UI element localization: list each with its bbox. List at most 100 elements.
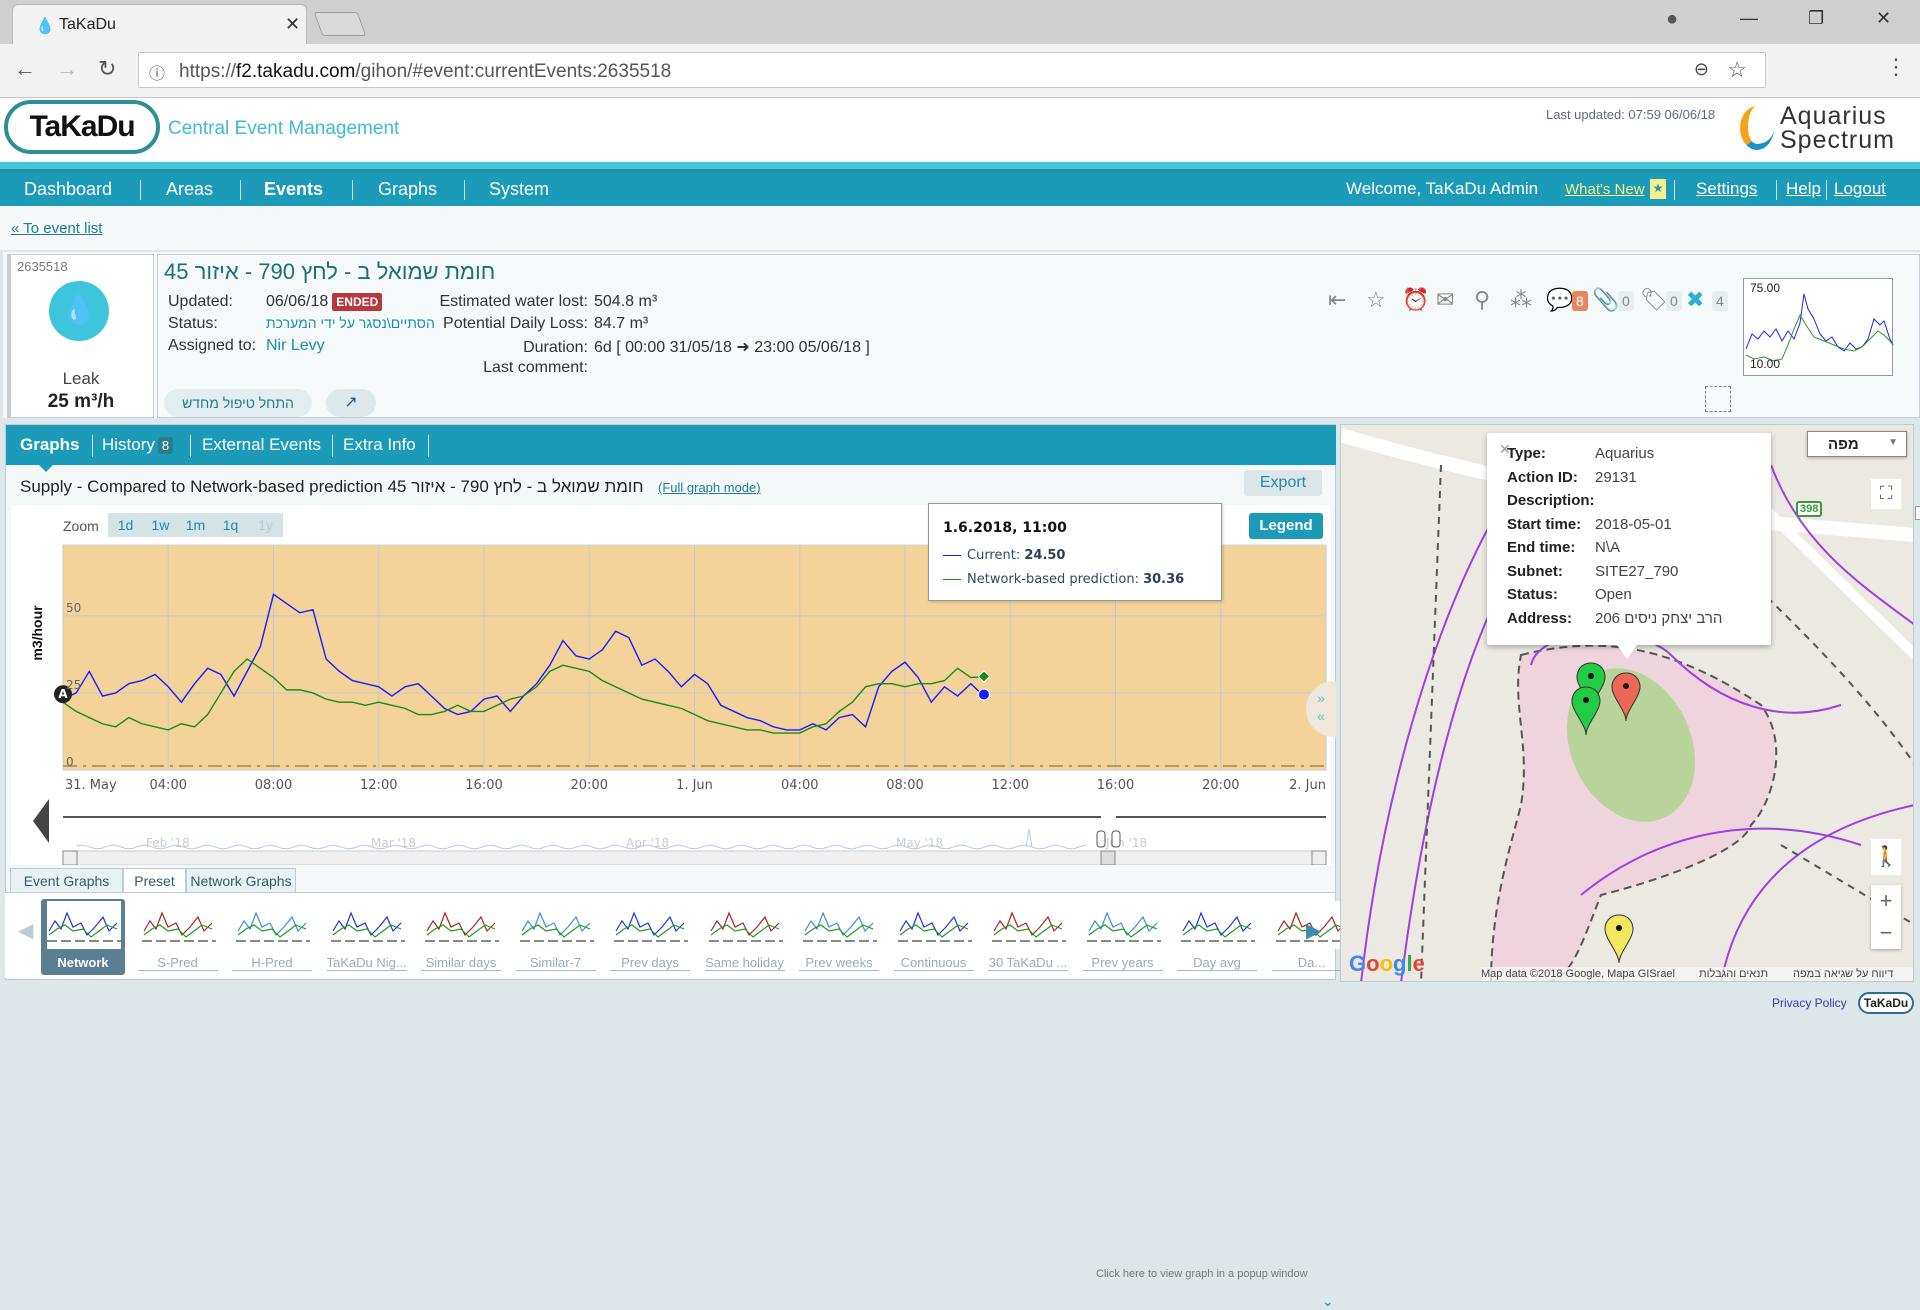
- whats-new-star-icon[interactable]: ★: [1650, 179, 1666, 199]
- url-text: https://f2.takadu.com/gihon/#event:curre…: [179, 61, 672, 82]
- restore-icon[interactable]: ❐: [1808, 8, 1824, 29]
- mini-chart[interactable]: 75.00 10.00: [1743, 278, 1894, 376]
- map-zoom-out-button[interactable]: −: [1871, 917, 1901, 949]
- preset-thumbnail[interactable]: Prev days: [608, 899, 692, 975]
- nav-dashboard[interactable]: Dashboard: [24, 179, 112, 200]
- info-row: Status: Open: [1507, 586, 1632, 603]
- nav-graphs[interactable]: Graphs: [378, 179, 437, 200]
- map-zoom-in-button[interactable]: +: [1871, 885, 1901, 917]
- welcome-text: Welcome, TaKaDu Admin: [1346, 179, 1539, 198]
- network-icon[interactable]: ⁂: [1510, 287, 1532, 313]
- share-button[interactable]: ↗: [326, 389, 376, 417]
- thumbnail-image: [992, 901, 1066, 949]
- preset-thumbnail[interactable]: Same holiday: [703, 899, 787, 975]
- daily-loss-value: 84.7 m³: [594, 315, 649, 332]
- tag-icon[interactable]: 🏷: [1640, 287, 1668, 313]
- thumbs-next-icon[interactable]: ▶: [1306, 918, 1321, 943]
- preset-thumbnail[interactable]: S-Pred: [136, 899, 220, 975]
- zoom-out-icon[interactable]: ⊖: [1694, 59, 1709, 80]
- x-tick-label: 16:00: [465, 778, 502, 793]
- preset-thumbnail[interactable]: Day avg: [1175, 899, 1259, 975]
- nav-events[interactable]: Events: [264, 179, 323, 200]
- terms-link[interactable]: תנאים והגבלות: [1699, 968, 1768, 980]
- subtab-event-graphs[interactable]: Event Graphs: [10, 868, 123, 893]
- alarm-clock-icon[interactable]: ⏰: [1402, 287, 1429, 313]
- browser-tab[interactable]: 💧 TaKaDu ✕: [12, 4, 307, 44]
- tab-external-events[interactable]: External Events: [202, 435, 321, 455]
- thumbnail-label: Same holiday: [704, 955, 785, 971]
- preset-thumbnail[interactable]: TaKaDu Nig...: [325, 899, 409, 975]
- tab-history[interactable]: History 8: [102, 435, 174, 455]
- logout-link[interactable]: Logout: [1834, 179, 1886, 199]
- attachment-icon[interactable]: 📎: [1592, 287, 1619, 313]
- minimize-icon[interactable]: —: [1740, 8, 1758, 29]
- x-tick-label: 04:00: [781, 778, 818, 793]
- tooltip-prediction: Network-based prediction: 30.36: [943, 572, 1184, 587]
- nav-system[interactable]: System: [489, 179, 549, 200]
- navigator-month-label: Feb '18: [146, 836, 190, 850]
- preset-thumbnail[interactable]: Similar days: [419, 899, 503, 975]
- mail-icon[interactable]: ✉: [1436, 287, 1454, 313]
- preset-thumbnail[interactable]: 30 TaKaDu ...: [986, 899, 1070, 975]
- comments-icon[interactable]: 💬: [1546, 287, 1573, 313]
- back-to-event-list-link[interactable]: « To event list: [11, 220, 102, 237]
- leak-rate: 25 m³/h: [47, 391, 115, 412]
- x-tick-label: 20:00: [571, 778, 608, 793]
- preset-thumbnail[interactable]: Continuous: [892, 899, 976, 975]
- assigned-to-value[interactable]: Nir Levy: [266, 337, 325, 354]
- return-icon[interactable]: ⇤: [1328, 287, 1346, 313]
- close-tab-icon[interactable]: ✕: [285, 14, 300, 35]
- preset-thumbnail[interactable]: Prev years: [1081, 899, 1165, 975]
- preset-thumbnail[interactable]: H-Pred: [230, 899, 314, 975]
- tab-graphs[interactable]: Graphs: [20, 435, 80, 455]
- y-axis-label: m3/hour: [29, 605, 45, 661]
- preset-thumbnail[interactable]: Prev weeks: [797, 899, 881, 975]
- url-input[interactable]: ⓘ https://f2.takadu.com/gihon/#event:cur…: [138, 52, 1766, 88]
- profile-icon[interactable]: ●: [1666, 8, 1678, 31]
- water-lost-value: 504.8 m³: [594, 293, 658, 310]
- street-view-pegman-icon[interactable]: 🚶: [1871, 839, 1901, 875]
- thumbs-prev-icon[interactable]: ◀: [18, 918, 33, 943]
- fullscreen-icon[interactable]: ⛶: [1871, 479, 1901, 509]
- preset-thumbnail[interactable]: Similar-7: [514, 899, 598, 975]
- map[interactable]: ✕ Type: Aquarius Action ID: 29131 Descriptio…: [1340, 424, 1914, 982]
- restart-handling-button[interactable]: התחל טיפול מחדש: [164, 389, 312, 417]
- x-tick-label: 12:00: [360, 778, 397, 793]
- takadu-logo[interactable]: TaKaDu: [4, 100, 160, 154]
- report-error-link[interactable]: דיווח על שגיאה במפה: [1793, 968, 1893, 980]
- preset-thumbnail[interactable]: Network: [41, 899, 125, 975]
- full-graph-mode-link[interactable]: (Full graph mode): [658, 480, 761, 495]
- info-row: Start time: 2018-05-01: [1507, 515, 1672, 533]
- select-box[interactable]: [1705, 386, 1731, 412]
- whats-new-link[interactable]: What's New: [1565, 181, 1645, 198]
- expand-down-icon[interactable]: ⌄: [1322, 1293, 1334, 1310]
- event-card: 2635518 💧 Leak 25 m³/h חומת שמואל ב - לח…: [3, 252, 1920, 520]
- reload-icon[interactable]: ↻: [98, 56, 116, 82]
- bookmark-star-icon[interactable]: ☆: [1727, 57, 1747, 83]
- tools-icon[interactable]: ✖: [1686, 287, 1704, 313]
- info-row: Subnet: SITE27_790: [1507, 562, 1679, 580]
- thumbnail-image: [141, 901, 216, 949]
- info-icon[interactable]: ⓘ: [149, 60, 165, 84]
- scrollbar[interactable]: [1915, 506, 1920, 520]
- tab-extra-info[interactable]: Extra Info: [343, 435, 416, 455]
- menu-kebab-icon[interactable]: ⋮: [1885, 54, 1907, 80]
- nav-areas[interactable]: Areas: [166, 179, 213, 200]
- thumbnail-label: Similar-7: [515, 955, 596, 971]
- popup-window-link[interactable]: Click here to view graph in a popup wind…: [1096, 1268, 1308, 1280]
- help-link[interactable]: Help: [1786, 179, 1821, 199]
- star-icon[interactable]: ☆: [1366, 287, 1386, 313]
- map-type-select[interactable]: מפה ▼: [1807, 431, 1907, 457]
- forward-icon[interactable]: →: [56, 56, 78, 82]
- subtab-network-graphs[interactable]: Network Graphs: [186, 868, 296, 893]
- export-button[interactable]: Export: [1244, 470, 1322, 496]
- close-window-icon[interactable]: ✕: [1876, 8, 1891, 29]
- new-tab-button[interactable]: [313, 12, 367, 36]
- privacy-policy-link[interactable]: Privacy Policy: [1772, 996, 1847, 1010]
- settings-link[interactable]: Settings: [1696, 179, 1757, 199]
- subtab-preset[interactable]: Preset: [123, 868, 186, 893]
- back-icon[interactable]: ←: [14, 56, 36, 82]
- map-pin-icon[interactable]: ⚲: [1474, 287, 1490, 313]
- thumbnail-label: Prev years: [1082, 955, 1163, 971]
- comments-count: 8: [1572, 291, 1588, 311]
